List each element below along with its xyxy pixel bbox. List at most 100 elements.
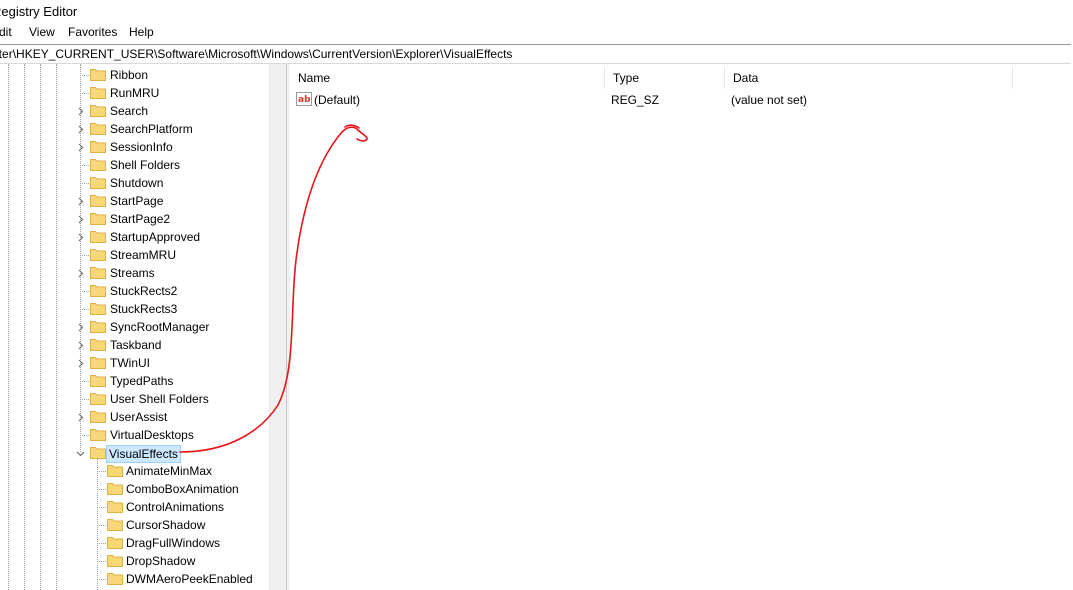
folder-icon (107, 501, 123, 513)
key-tree[interactable]: Ribbon RunMRU Search SearchPlatform SessionI… (0, 64, 269, 590)
value-name: (Default) (314, 93, 361, 107)
value-row[interactable]: ab (Default) REG_SZ (value not set) (290, 90, 1013, 110)
folder-icon (90, 231, 106, 243)
folder-icon (90, 285, 106, 297)
tree-item-label[interactable]: StreamMRU (108, 247, 178, 263)
svg-text:ab: ab (298, 95, 311, 105)
chevron-right-icon[interactable] (76, 413, 85, 422)
chevron-right-icon[interactable] (76, 125, 85, 134)
menu-favorites[interactable]: Favorites (68, 25, 117, 39)
tree-child-label[interactable]: DropShadow (124, 553, 197, 569)
string-value-icon: ab (296, 92, 312, 106)
chevron-right-icon[interactable] (76, 197, 85, 206)
tree-child-label[interactable]: ComboBoxAnimation (124, 481, 241, 497)
chevron-right-icon[interactable] (76, 359, 85, 368)
folder-icon (90, 429, 106, 441)
tree-item-label[interactable]: SearchPlatform (108, 121, 195, 137)
folder-icon (90, 69, 106, 81)
tree-item-label[interactable]: UserAssist (108, 409, 169, 425)
folder-icon (90, 87, 106, 99)
menu-help[interactable]: Help (129, 25, 154, 39)
column-header-name[interactable]: Name (290, 67, 605, 89)
tree-item-label[interactable]: TWinUI (108, 355, 152, 371)
folder-icon (107, 519, 123, 531)
folder-icon (90, 321, 106, 333)
value-type: REG_SZ (611, 93, 660, 107)
tree-child-label[interactable]: AnimateMinMax (124, 463, 214, 479)
tree-item-label[interactable]: Ribbon (108, 67, 150, 83)
column-header-type[interactable]: Type (605, 67, 725, 89)
tree-guide-horizontal (80, 165, 89, 166)
chevron-right-icon[interactable] (76, 215, 85, 224)
tree-guide-horizontal (80, 183, 89, 184)
title-bar: Registry Editor (0, 0, 1073, 22)
address-bar[interactable]: Computer\HKEY_CURRENT_USER\Software\Micr… (0, 44, 1071, 64)
menu-bar: Edit View Favorites Help (0, 22, 1073, 44)
chevron-right-icon[interactable] (76, 107, 85, 116)
tree-guide-horizontal (80, 291, 89, 292)
tree-guide-horizontal (80, 399, 89, 400)
scrollbar-track[interactable] (271, 64, 287, 590)
tree-guide-horizontal (80, 255, 89, 256)
tree-item-label[interactable]: StartupApproved (108, 229, 202, 245)
tree-item-label[interactable]: Search (108, 103, 150, 119)
tree-guide-horizontal (97, 507, 106, 508)
tree-item-label[interactable]: StuckRects3 (108, 301, 179, 317)
tree-child-label[interactable]: DWMAeroPeekEnabled (124, 571, 255, 587)
folder-icon (90, 267, 106, 279)
folder-icon (90, 339, 106, 351)
chevron-right-icon[interactable] (76, 233, 85, 242)
values-list[interactable]: Name Type Data ab (Default) REG_SZ (valu… (290, 64, 1073, 590)
tree-guide-horizontal (80, 75, 89, 76)
chevron-right-icon[interactable] (76, 323, 85, 332)
chevron-right-icon[interactable] (76, 269, 85, 278)
folder-icon (107, 483, 123, 495)
tree-item-label[interactable]: Shutdown (108, 175, 165, 191)
tree-item-label[interactable]: TypedPaths (108, 373, 175, 389)
folder-icon (90, 375, 106, 387)
folder-icon (90, 411, 106, 423)
tree-item-label[interactable]: StuckRects2 (108, 283, 179, 299)
tree-guide-horizontal (80, 435, 89, 436)
chevron-right-icon[interactable] (76, 143, 85, 152)
folder-icon (90, 447, 106, 459)
tree-child-label[interactable]: DragFullWindows (124, 535, 222, 551)
value-data: (value not set) (731, 93, 808, 107)
tree-item-label[interactable]: StartPage2 (108, 211, 172, 227)
tree-child-label[interactable]: CursorShadow (124, 517, 207, 533)
menu-view[interactable]: View (29, 25, 55, 39)
tree-scrollbar[interactable] (269, 64, 287, 590)
tree-guide-horizontal (97, 543, 106, 544)
folder-icon (90, 141, 106, 153)
folder-icon (107, 537, 123, 549)
tree-item-label[interactable]: Streams (108, 265, 157, 281)
tree-guide-horizontal (97, 471, 106, 472)
chevron-right-icon[interactable] (76, 341, 85, 350)
tree-item-label[interactable]: SyncRootManager (108, 319, 211, 335)
folder-icon (90, 213, 106, 225)
tree-item-label[interactable]: VirtualDesktops (108, 427, 196, 443)
tree-guide-horizontal (97, 579, 106, 580)
tree-item-label[interactable]: Shell Folders (108, 157, 182, 173)
tree-item-selected[interactable]: VisualEffects (106, 445, 181, 463)
menu-file[interactable]: Edit (0, 25, 12, 39)
folder-icon (90, 105, 106, 117)
chevron-down-icon[interactable] (76, 449, 85, 458)
folder-icon (90, 393, 106, 405)
tree-item-label[interactable]: RunMRU (108, 85, 161, 101)
tree-child-label[interactable]: ControlAnimations (124, 499, 226, 515)
folder-icon (107, 465, 123, 477)
folder-icon (107, 555, 123, 567)
folder-icon (90, 303, 106, 315)
address-path[interactable]: Computer\HKEY_CURRENT_USER\Software\Micr… (0, 47, 512, 61)
column-header-data[interactable]: Data (725, 67, 1013, 89)
tree-guide-horizontal (97, 525, 106, 526)
folder-icon (90, 159, 106, 171)
folder-icon (107, 573, 123, 585)
tree-item-label[interactable]: StartPage (108, 193, 165, 209)
tree-guide-horizontal (97, 489, 106, 490)
tree-item-label[interactable]: SessionInfo (108, 139, 175, 155)
folder-icon (90, 195, 106, 207)
tree-item-label[interactable]: User Shell Folders (108, 391, 211, 407)
tree-item-label[interactable]: Taskband (108, 337, 163, 353)
